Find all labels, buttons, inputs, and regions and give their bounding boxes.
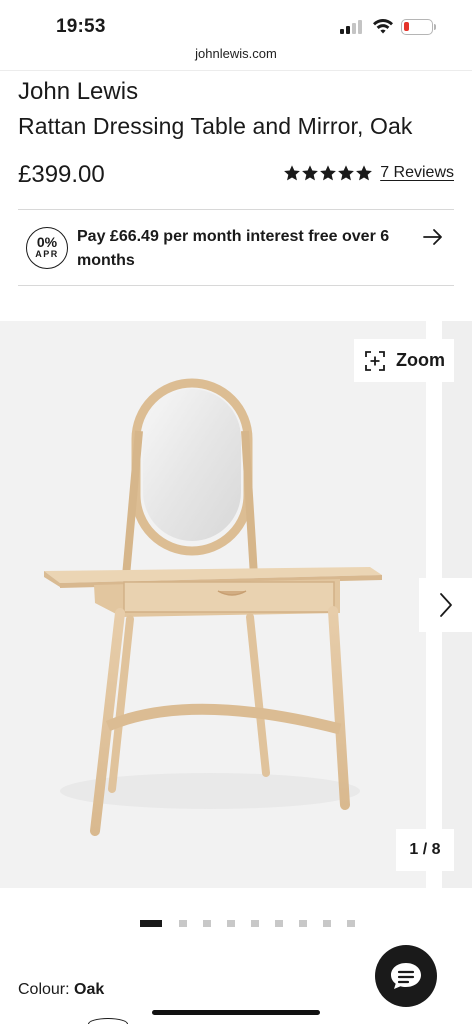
product-price: £399.00 — [18, 161, 105, 188]
wifi-icon — [373, 18, 393, 34]
pagination-dot[interactable] — [275, 920, 283, 927]
star-icon — [338, 165, 355, 181]
pagination-dot[interactable] — [347, 920, 355, 927]
colour-value: Oak — [74, 981, 105, 998]
status-bar: 19:53 — [0, 0, 472, 44]
star-icon — [302, 165, 319, 181]
rating-summary[interactable]: 7 Reviews — [283, 164, 454, 182]
status-time: 19:53 — [56, 16, 106, 37]
product-image[interactable] — [0, 321, 426, 888]
colour-swatch[interactable] — [88, 1018, 128, 1024]
pagination-dot[interactable] — [299, 920, 307, 927]
zoom-expand-icon — [365, 350, 385, 371]
address-bar-url[interactable]: johnlewis.com — [0, 46, 472, 61]
star-icon — [356, 165, 373, 181]
reviews-link[interactable]: 7 Reviews — [380, 164, 454, 182]
chat-bubble-icon — [391, 963, 421, 989]
brand-name[interactable]: John Lewis — [18, 78, 138, 106]
pagination-dot[interactable] — [203, 920, 211, 927]
cellular-signal-icon — [340, 20, 366, 34]
star-rating — [283, 164, 373, 182]
pagination-dot[interactable] — [140, 920, 162, 927]
divider — [0, 70, 472, 71]
arrow-right-icon[interactable] — [422, 226, 444, 248]
zoom-label: Zoom — [396, 350, 445, 370]
chat-button[interactable] — [375, 945, 437, 1007]
gallery-pagination[interactable] — [140, 920, 371, 927]
product-image-gallery[interactable]: Zoom — [0, 321, 472, 888]
pagination-dot[interactable] — [251, 920, 259, 927]
zoom-button[interactable]: Zoom — [354, 339, 454, 382]
next-image-button[interactable] — [419, 578, 472, 632]
finance-text: Pay £66.49 per month interest free over … — [77, 228, 390, 269]
star-icon — [320, 165, 337, 181]
pagination-dot[interactable] — [227, 920, 235, 927]
product-title: Rattan Dressing Table and Mirror, Oak — [18, 113, 413, 139]
apr-badge-icon: 0% APR — [26, 227, 68, 269]
star-icon — [284, 165, 301, 181]
colour-selection: Colour: Oak — [18, 981, 104, 999]
chevron-right-icon — [439, 593, 452, 617]
apr-badge-label: APR — [35, 249, 59, 259]
finance-banner[interactable]: 0% APR Pay £66.49 per month interest fre… — [18, 209, 454, 286]
apr-badge-percent: 0% — [36, 234, 58, 250]
battery-cap — [434, 24, 436, 30]
pagination-dot[interactable] — [179, 920, 187, 927]
pagination-dot[interactable] — [323, 920, 331, 927]
battery-low-icon — [401, 19, 433, 35]
dressing-table-image — [44, 378, 382, 836]
home-indicator — [152, 1010, 320, 1015]
image-counter: 1 / 8 — [396, 829, 454, 871]
colour-label: Colour: — [18, 981, 70, 998]
